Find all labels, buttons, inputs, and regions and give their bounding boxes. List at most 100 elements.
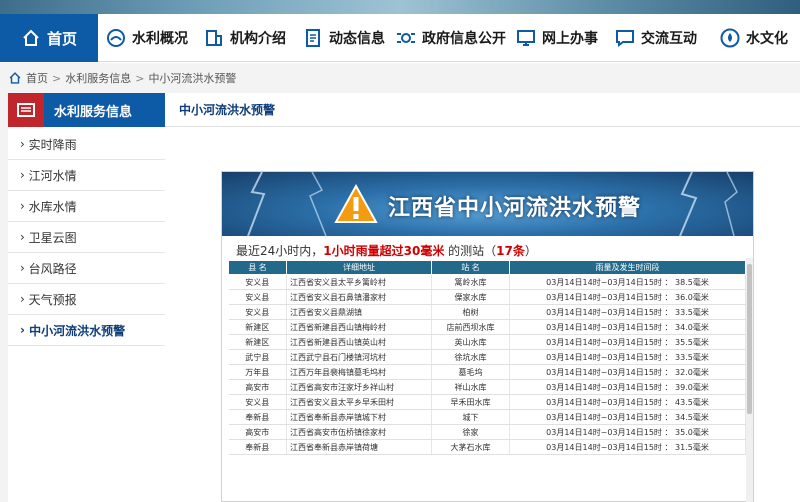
main-area: 水利服务信息 › 实时降雨 › 江河水情 › 水库水情 › 卫星云图 › 台风路…: [0, 93, 800, 502]
cell-county: 新建区: [228, 319, 287, 335]
summary-count: 17条: [496, 244, 525, 258]
breadcrumb-section[interactable]: 水利服务信息: [65, 70, 131, 86]
cell-station: 大茅石水库: [431, 439, 510, 455]
cell-county: 万年县: [228, 364, 287, 380]
content-area: 中小河流洪水预警 江西省中小河流洪水预警 最近24小时内，1小时雨量超过30毫米…: [165, 93, 800, 502]
cell-address: 江西省新建县西山镇英山村: [286, 334, 432, 350]
sidebar-title: 水利服务信息: [54, 104, 133, 120]
cell-address: 江西省高安市伍桥镇徐家村: [286, 424, 432, 440]
cell-station: 店前西坝水库: [431, 319, 510, 335]
nav-item-online-service[interactable]: 网上办事: [516, 14, 598, 62]
cell-county: 高安市: [228, 424, 287, 440]
table-row: 武宁县 江西武宁县石门楼镇河坑村 徐坑水库 03月14日14时~03月14日15时 ：…: [228, 349, 746, 365]
sidebar-item-satellite[interactable]: › 卫星云图: [8, 222, 165, 253]
sidebar-item-label: 水库水情: [28, 199, 77, 214]
cell-rainfall: 03月14日14时~03月14日15时 ： 35.0毫米: [509, 424, 746, 440]
nav-item-label: 水文化: [746, 31, 788, 47]
cell-address: 江西省高安市汪家圩乡祥山村: [286, 379, 432, 395]
cell-station: 徐家: [431, 424, 510, 440]
cell-rainfall: 03月14日14时~03月14日15时 ： 33.5毫米: [509, 304, 746, 320]
cell-station: 傈家水库: [431, 289, 510, 305]
summary-text: 的测站（: [444, 244, 497, 258]
cell-rainfall: 03月14日14时~03月14日15时 ： 31.5毫米: [509, 439, 746, 455]
table-row: 奉新县 江西省奉新县赤岸镇城下村 城下 03月14日14时~03月14日15时 ： 3…: [228, 409, 746, 425]
cell-address: 江西省安义县太平乡早禾田村: [286, 394, 432, 410]
nav-item-label: 机构介绍: [230, 31, 286, 47]
scrollbar-thumb[interactable]: [747, 264, 752, 414]
breadcrumb: 首页 > 水利服务信息 > 中小河流洪水预警: [0, 63, 800, 93]
sidebar-item-label: 实时降雨: [28, 137, 77, 152]
cell-rainfall: 03月14日14时~03月14日15时 ： 35.5毫米: [509, 334, 746, 350]
table-row: 新建区 江西省新建县西山镇英山村 英山水库 03月14日14时~03月14日15时 ：…: [228, 334, 746, 350]
cell-county: 安义县: [228, 304, 287, 320]
sidebar-item-typhoon[interactable]: › 台风路径: [8, 253, 165, 284]
sidebar-item-label: 天气预报: [28, 292, 77, 307]
cell-rainfall: 03月14日14时~03月14日15时 ： 39.0毫米: [509, 379, 746, 395]
warning-banner: 江西省中小河流洪水预警: [222, 172, 753, 236]
table-row: 万年县 江西万年县裴梅镇墓毛坞村 墓毛坞 03月14日14时~03月14日15时 ： …: [228, 364, 746, 380]
nav-item-gov-info[interactable]: 政府信息公开: [396, 14, 506, 62]
nav-item-interaction[interactable]: 交流互动: [615, 14, 697, 62]
cell-station: 徐坑水库: [431, 349, 510, 365]
sidebar: 水利服务信息 › 实时降雨 › 江河水情 › 水库水情 › 卫星云图 › 台风路…: [8, 93, 165, 502]
table-row: 安义县 江西省安义县石鼻镇潘家村 傈家水库 03月14日14时~03月14日15时 ：…: [228, 289, 746, 305]
chat-icon: [616, 30, 634, 47]
column-header: 详细地址: [286, 260, 432, 275]
monitor-icon: [517, 30, 535, 46]
cell-address: 江西省奉新县赤岸镇荷塘: [286, 439, 432, 455]
cell-rainfall: 03月14日14时~03月14日15时 ： 36.0毫米: [509, 289, 746, 305]
sidebar-item-realtime-rain[interactable]: › 实时降雨: [8, 129, 165, 160]
sidebar-item-label: 江河水情: [28, 168, 77, 183]
sidebar-item-river[interactable]: › 江河水情: [8, 160, 165, 191]
sidebar-item-label: 中小河流洪水预警: [29, 323, 126, 338]
warning-icon: [334, 184, 378, 223]
table-row: 安义县 江西省安义县太平乡篱岭村 篱岭水库 03月14日14时~03月14日15时 ：…: [228, 274, 746, 290]
cell-county: 奉新县: [228, 439, 287, 455]
sidebar-header: 水利服务信息: [8, 93, 165, 127]
cell-address: 江西武宁县石门楼镇河坑村: [286, 349, 432, 365]
cell-address: 江西省安义县太平乡篱岭村: [286, 274, 432, 290]
cell-rainfall: 03月14日14时~03月14日15时 ： 32.0毫米: [509, 364, 746, 380]
table-scrollbar[interactable]: [746, 258, 753, 502]
nav-item-label: 政府信息公开: [422, 31, 506, 47]
column-header: 县 名: [228, 260, 287, 275]
top-banner-strip: [0, 0, 800, 14]
nav-item-news[interactable]: 动态信息: [303, 14, 385, 62]
cell-station: 祥山水库: [431, 379, 510, 395]
cell-station: 英山水库: [431, 334, 510, 350]
nav-item-overview[interactable]: 水利概况: [106, 14, 188, 62]
warning-panel: 江西省中小河流洪水预警 最近24小时内，1小时雨量超过30毫米 的测站（17条）…: [221, 171, 754, 502]
home-icon: [23, 29, 39, 46]
sidebar-item-flood-warning[interactable]: › 中小河流洪水预警: [8, 315, 165, 346]
cell-rainfall: 03月14日14时~03月14日15时 ： 38.5毫米: [509, 274, 746, 290]
cell-station: 篱岭水库: [431, 274, 510, 290]
sidebar-item-reservoir[interactable]: › 水库水情: [8, 191, 165, 222]
nav-item-organization[interactable]: 机构介绍: [204, 14, 286, 62]
breadcrumb-current: 中小河流洪水预警: [148, 72, 237, 85]
cell-address: 江西万年县裴梅镇墓毛坞村: [286, 364, 432, 380]
building-icon: [206, 30, 222, 46]
column-header: 站 名: [431, 260, 510, 275]
summary-text: 最近24小时内，: [236, 244, 324, 258]
breadcrumb-home[interactable]: 首页: [26, 70, 48, 86]
table-row: 高安市 江西省高安市伍桥镇徐家村 徐家 03月14日14时~03月14日15时 ： 3…: [228, 424, 746, 440]
cell-address: 江西省奉新县赤岸镇城下村: [286, 409, 432, 425]
sidebar-item-weather[interactable]: › 天气预报: [8, 284, 165, 315]
cell-station: 城下: [431, 409, 510, 425]
cell-address: 江西省安义县石鼻镇潘家村: [286, 289, 432, 305]
nav-item-label: 水利概况: [132, 31, 188, 47]
column-header: 雨量及发生时间段: [509, 260, 746, 275]
table-row: 奉新县 江西省奉新县赤岸镇荷塘 大茅石水库 03月14日14时~03月14日15时 ：…: [228, 439, 746, 455]
drop-circle-icon: [720, 28, 740, 48]
document-icon: [306, 29, 320, 47]
cell-address: 江西省安义县鼎湖镇: [286, 304, 432, 320]
cell-county: 安义县: [228, 289, 287, 305]
cell-rainfall: 03月14日14时~03月14日15时 ： 43.5毫米: [509, 394, 746, 410]
cell-rainfall: 03月14日14时~03月14日15时 ： 34.5毫米: [509, 409, 746, 425]
nav-home[interactable]: 首页: [0, 14, 98, 62]
nav-item-water-culture[interactable]: 水文化: [720, 14, 788, 62]
warning-summary: 最近24小时内，1小时雨量超过30毫米 的测站（17条）: [236, 242, 537, 259]
table-header-row: 县 名 详细地址 站 名 雨量及发生时间段: [228, 260, 746, 275]
nav-home-label: 首页: [46, 29, 77, 48]
cell-station: 早禾田水库: [431, 394, 510, 410]
